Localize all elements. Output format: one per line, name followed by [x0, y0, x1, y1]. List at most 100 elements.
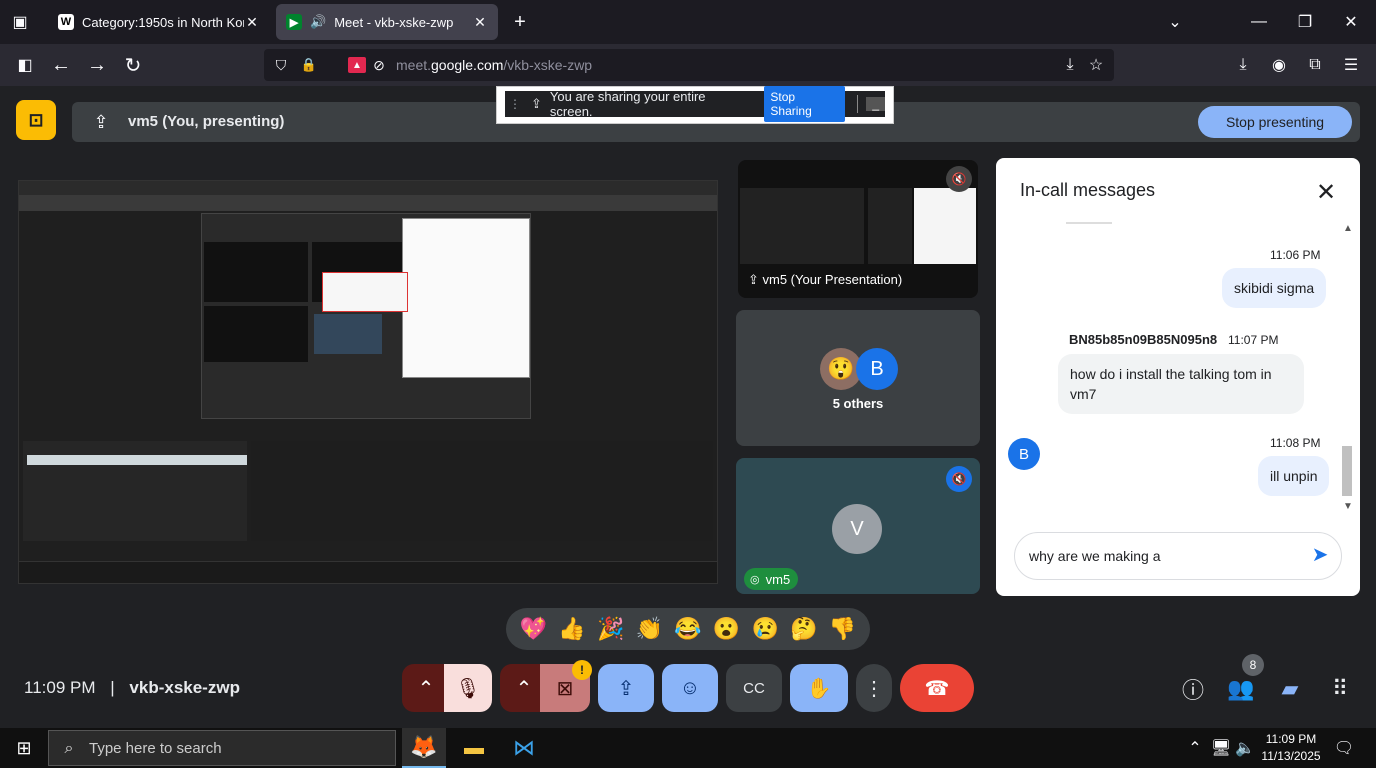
speaker-icon[interactable]: 🔊 — [310, 14, 326, 30]
tray-chevron-up-icon[interactable]: ⌃ — [1186, 738, 1204, 758]
windows-start-icon[interactable]: ⊞ — [12, 736, 36, 760]
surprised-reaction[interactable]: 😮 — [713, 616, 740, 642]
tears-of-joy-reaction[interactable]: 😂 — [674, 616, 701, 642]
shield-icon[interactable]: ⛉ — [272, 56, 290, 74]
back-icon[interactable]: ← — [50, 54, 72, 76]
extensions-icon[interactable]: ⧉ — [1304, 54, 1326, 76]
clock-date[interactable]: 11/13/2025 — [1258, 749, 1324, 763]
scroll-up-icon[interactable]: ▲ — [1342, 222, 1354, 234]
share-banner-text: You are sharing your entire screen. — [549, 89, 706, 119]
bookmark-star-icon[interactable]: ☆ — [1086, 56, 1106, 74]
account-icon[interactable]: ◉ — [1268, 54, 1290, 76]
close-tab-icon[interactable]: ✕ — [472, 14, 488, 31]
clock-time[interactable]: 11:09 PM — [1258, 732, 1324, 746]
party-popper-reaction[interactable]: 🎉 — [597, 616, 624, 642]
send-icon[interactable]: ➤ — [1308, 542, 1332, 566]
drag-handle-icon[interactable]: ⋮ — [509, 97, 521, 111]
presentation-tile[interactable]: 🔇 ⇪ vm5 (Your Presentation) — [738, 160, 978, 298]
shared-screen-tile[interactable] — [18, 180, 718, 584]
nested-tile — [204, 306, 308, 362]
warning-badge: ! — [572, 660, 592, 680]
participant-avatar: B — [856, 348, 898, 390]
notifications-icon[interactable]: 🗨 — [1332, 738, 1356, 758]
meeting-info: 11:09 PM | vkb-xske-zwp — [24, 678, 240, 698]
new-tab-icon[interactable]: + — [510, 11, 530, 33]
crying-reaction[interactable]: 😢 — [752, 616, 779, 642]
url-path: /vkb-xske-zwp — [503, 57, 593, 73]
people-icon[interactable]: 👥 — [1226, 676, 1256, 702]
stop-sharing-button[interactable]: Stop Sharing — [764, 86, 846, 122]
chat-input[interactable]: why are we making a — [1014, 532, 1342, 580]
nested-tile — [314, 314, 382, 354]
message-bubble: ill unpin — [1258, 456, 1330, 496]
close-tab-icon[interactable]: ✕ — [244, 14, 260, 31]
others-label: 5 others — [832, 396, 884, 411]
message-bubble: how do i install the talking tom in vm7 — [1058, 354, 1304, 414]
divider — [1066, 222, 1112, 224]
thumbs-up-reaction[interactable]: 👍 — [558, 616, 585, 642]
volume-icon[interactable]: 🔈 — [1234, 738, 1256, 758]
taskbar-search-input[interactable]: ⌕ Type here to search — [48, 730, 396, 766]
chat-scrollbar-thumb[interactable] — [1342, 446, 1352, 496]
firefox-icon[interactable]: 🦊 — [402, 728, 446, 768]
share-banner-inner: ⋮ ⇪ You are sharing your entire screen. … — [505, 86, 886, 122]
share-screen-icon: ⇪ — [531, 96, 542, 111]
more-options-button[interactable]: ⋮ — [856, 664, 892, 712]
screen-share-indicator-icon[interactable]: ▲ — [348, 57, 366, 73]
info-icon[interactable]: ⓘ — [1180, 676, 1206, 703]
camera-blocked-icon[interactable]: ⊘ — [370, 56, 388, 74]
presentation-label-text: vm5 (Your Presentation) — [762, 272, 903, 287]
vscode-icon[interactable]: ⋈ — [502, 728, 546, 768]
shared-screen-chat-list — [23, 441, 247, 541]
mic-off-icon: 🔇 — [946, 166, 972, 192]
chat-icon[interactable]: ▰ — [1276, 676, 1304, 702]
pres-preview-chat — [914, 188, 976, 264]
url-bar[interactable]: ⛉ 🔒 ▲ ⊘ meet.google.com/vkb-xske-zwp ⤓ ☆ — [264, 49, 1114, 81]
leave-call-button[interactable]: ☎ — [900, 664, 974, 712]
stop-presenting-button[interactable]: Stop presenting — [1198, 106, 1352, 138]
clapping-reaction[interactable]: 👏 — [636, 616, 663, 642]
message-time: 11:07 PM — [1228, 333, 1279, 347]
menu-icon[interactable]: ☰ — [1340, 54, 1362, 76]
downloads-icon[interactable]: ⤓ — [1232, 54, 1254, 76]
sparkling-heart-reaction[interactable]: 💖 — [520, 616, 547, 642]
close-icon[interactable]: ✕ — [1312, 178, 1340, 206]
audio-options-button[interactable]: ⌃ — [402, 664, 450, 712]
presenting-logo-icon: ⊡ — [16, 100, 56, 140]
meeting-code: vkb-xske-zwp — [129, 678, 240, 697]
captions-button[interactable]: CC — [726, 664, 782, 712]
present-screen-button[interactable]: ⇪ — [598, 664, 654, 712]
forward-icon[interactable]: → — [86, 54, 108, 76]
emoji-button[interactable]: ☺ — [662, 664, 718, 712]
url-text: meet.google.com/vkb-xske-zwp — [396, 57, 592, 73]
minimize-icon[interactable]: — — [1248, 12, 1270, 32]
participant-name-chip: ◎ vm5 — [744, 568, 799, 590]
scroll-down-icon[interactable]: ▼ — [1342, 500, 1354, 512]
file-explorer-icon[interactable]: ▬ — [452, 728, 496, 768]
raise-hand-button[interactable]: ✋ — [790, 664, 848, 712]
reload-icon[interactable]: ↻ — [122, 54, 144, 77]
install-app-icon[interactable]: ⤓ — [1060, 56, 1080, 74]
network-icon[interactable]: 🖥 — [1210, 738, 1232, 758]
tab-meet[interactable]: ▶ 🔊 Meet - vkb-xske-zwp ✕ — [276, 4, 498, 40]
others-tile[interactable]: 😲 B 5 others — [736, 310, 980, 446]
lock-icon[interactable]: 🔒 — [300, 56, 318, 74]
restore-icon[interactable]: ❐ — [1294, 12, 1316, 32]
hide-banner-button[interactable]: _ — [866, 97, 886, 111]
thumbs-down-reaction[interactable]: 👎 — [829, 616, 856, 642]
mic-off-icon: 🔇 — [946, 466, 972, 492]
tab-overview-icon[interactable]: ▣ — [10, 12, 30, 32]
tab-wikipedia[interactable]: W Category:1950s in North Korea ✕ — [48, 4, 270, 40]
activities-icon[interactable]: ⠿ — [1326, 676, 1354, 702]
close-window-icon[interactable]: ✕ — [1340, 12, 1362, 32]
thinking-reaction[interactable]: 🤔 — [790, 616, 817, 642]
vm5-tile[interactable]: V 🔇 ◎ vm5 — [736, 458, 980, 594]
sidebar-icon[interactable]: ◧ — [14, 54, 36, 76]
mic-off-button[interactable]: 🎙 — [444, 664, 492, 712]
screen-share-banner: ⋮ ⇪ You are sharing your entire screen. … — [496, 86, 894, 124]
nested-tile — [204, 242, 308, 302]
chat-panel: In-call messages ✕ 11:06 PM skibidi sigm… — [996, 158, 1360, 596]
search-icon: ⌕ — [64, 740, 74, 757]
chevron-down-icon[interactable]: ⌄ — [1164, 12, 1186, 32]
pin-icon: ◎ — [750, 573, 760, 586]
